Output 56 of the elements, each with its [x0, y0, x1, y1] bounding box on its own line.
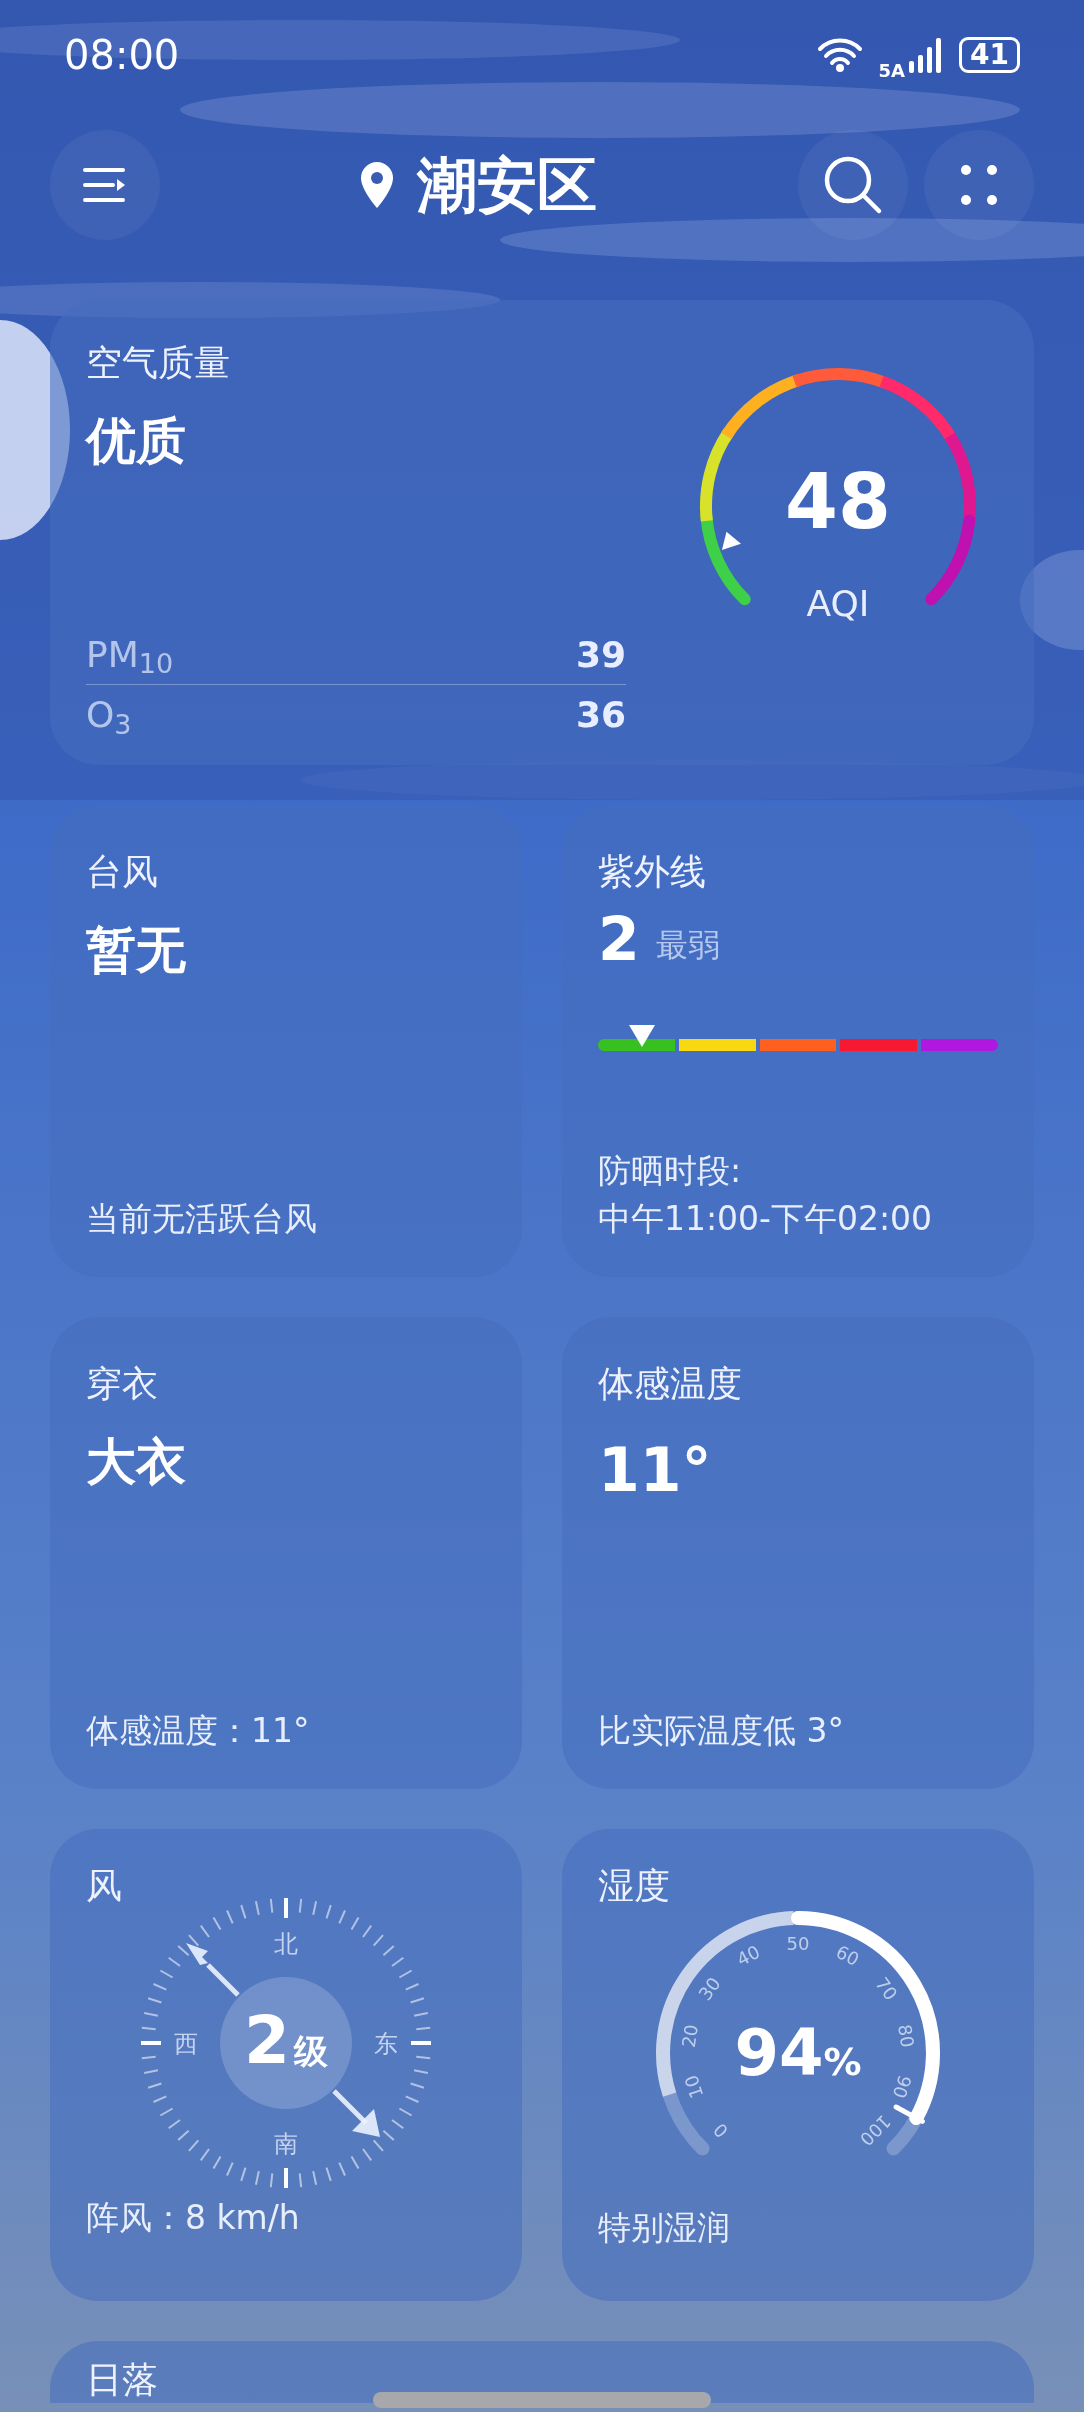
aqi-unit: AQI	[806, 583, 870, 624]
compass-direction: 东	[374, 2030, 398, 2058]
network-label: 5A	[878, 58, 906, 83]
uv-level-label: 最弱	[655, 925, 720, 966]
compass-direction: 西	[174, 2030, 198, 2058]
scale-label: 90	[888, 2072, 916, 2101]
wind-gust: 阵风：8 km/h	[86, 2197, 301, 2239]
card-title: 湿度	[598, 1864, 671, 1908]
card-note: 当前无活跃台风	[86, 1197, 318, 1240]
compass-direction: 北	[274, 1930, 298, 1958]
uv-value: 2	[598, 909, 640, 969]
scale-label: 10	[680, 2072, 708, 2101]
card-value: 暂无	[86, 920, 187, 981]
signal-icon	[909, 37, 944, 73]
scale-label: 50	[786, 1933, 810, 1954]
battery-level: 41	[959, 37, 1020, 73]
compass-direction: 南	[274, 2130, 298, 2158]
aqi-marker	[721, 531, 741, 550]
scale-label: 80	[894, 2022, 919, 2049]
card-value: 大衣	[86, 1432, 187, 1493]
pollutant-value: 36	[575, 693, 626, 737]
scale-label: 20	[677, 2022, 702, 2049]
wind-level: 2 级	[244, 2002, 328, 2079]
card-title: 风	[86, 1864, 123, 1908]
humidity-needle	[893, 2104, 925, 2124]
card-note: 体感温度：11°	[86, 1709, 311, 1752]
card-note: 比实际温度低 3°	[598, 1709, 845, 1752]
scale-label: 30	[694, 1973, 725, 2005]
scale-label: 0	[709, 2119, 732, 2142]
pollutant-name: O$_{3}$	[86, 693, 132, 742]
sunscreen-label: 防晒时段:	[598, 1150, 743, 1193]
card-title: 台风	[86, 850, 159, 894]
menu-icon	[83, 167, 127, 203]
card-title: 空气质量	[86, 341, 231, 385]
card-title: 穿衣	[86, 1362, 159, 1406]
card-title: 日落	[86, 2358, 158, 2402]
search-icon	[823, 155, 883, 215]
humidity-desc: 特别湿润	[598, 2207, 731, 2249]
scale-label: 70	[871, 1973, 902, 2005]
more-icon	[961, 165, 997, 205]
humidity-value: 94%	[734, 2016, 862, 2090]
location-title: 潮安区	[417, 149, 597, 222]
card-value: 11°	[598, 1434, 713, 1507]
card-title: 体感温度	[598, 1362, 743, 1406]
wifi-icon	[816, 38, 863, 72]
air-quality-value: 优质	[86, 411, 187, 472]
scale-label: 100	[855, 2110, 896, 2151]
scale-label: 40	[733, 1940, 764, 1970]
scale-label: 60	[832, 1940, 863, 1970]
location-pin-icon	[361, 162, 393, 208]
pollutant-name: PM$_{10}$	[86, 632, 174, 682]
sunscreen-time: 中午11:00-下午02:00	[598, 1198, 934, 1241]
card-title: 紫外线	[598, 850, 707, 894]
status-time: 08:00	[64, 31, 180, 80]
aqi-value: 48	[785, 457, 891, 546]
pollutant-value: 39	[575, 632, 626, 677]
